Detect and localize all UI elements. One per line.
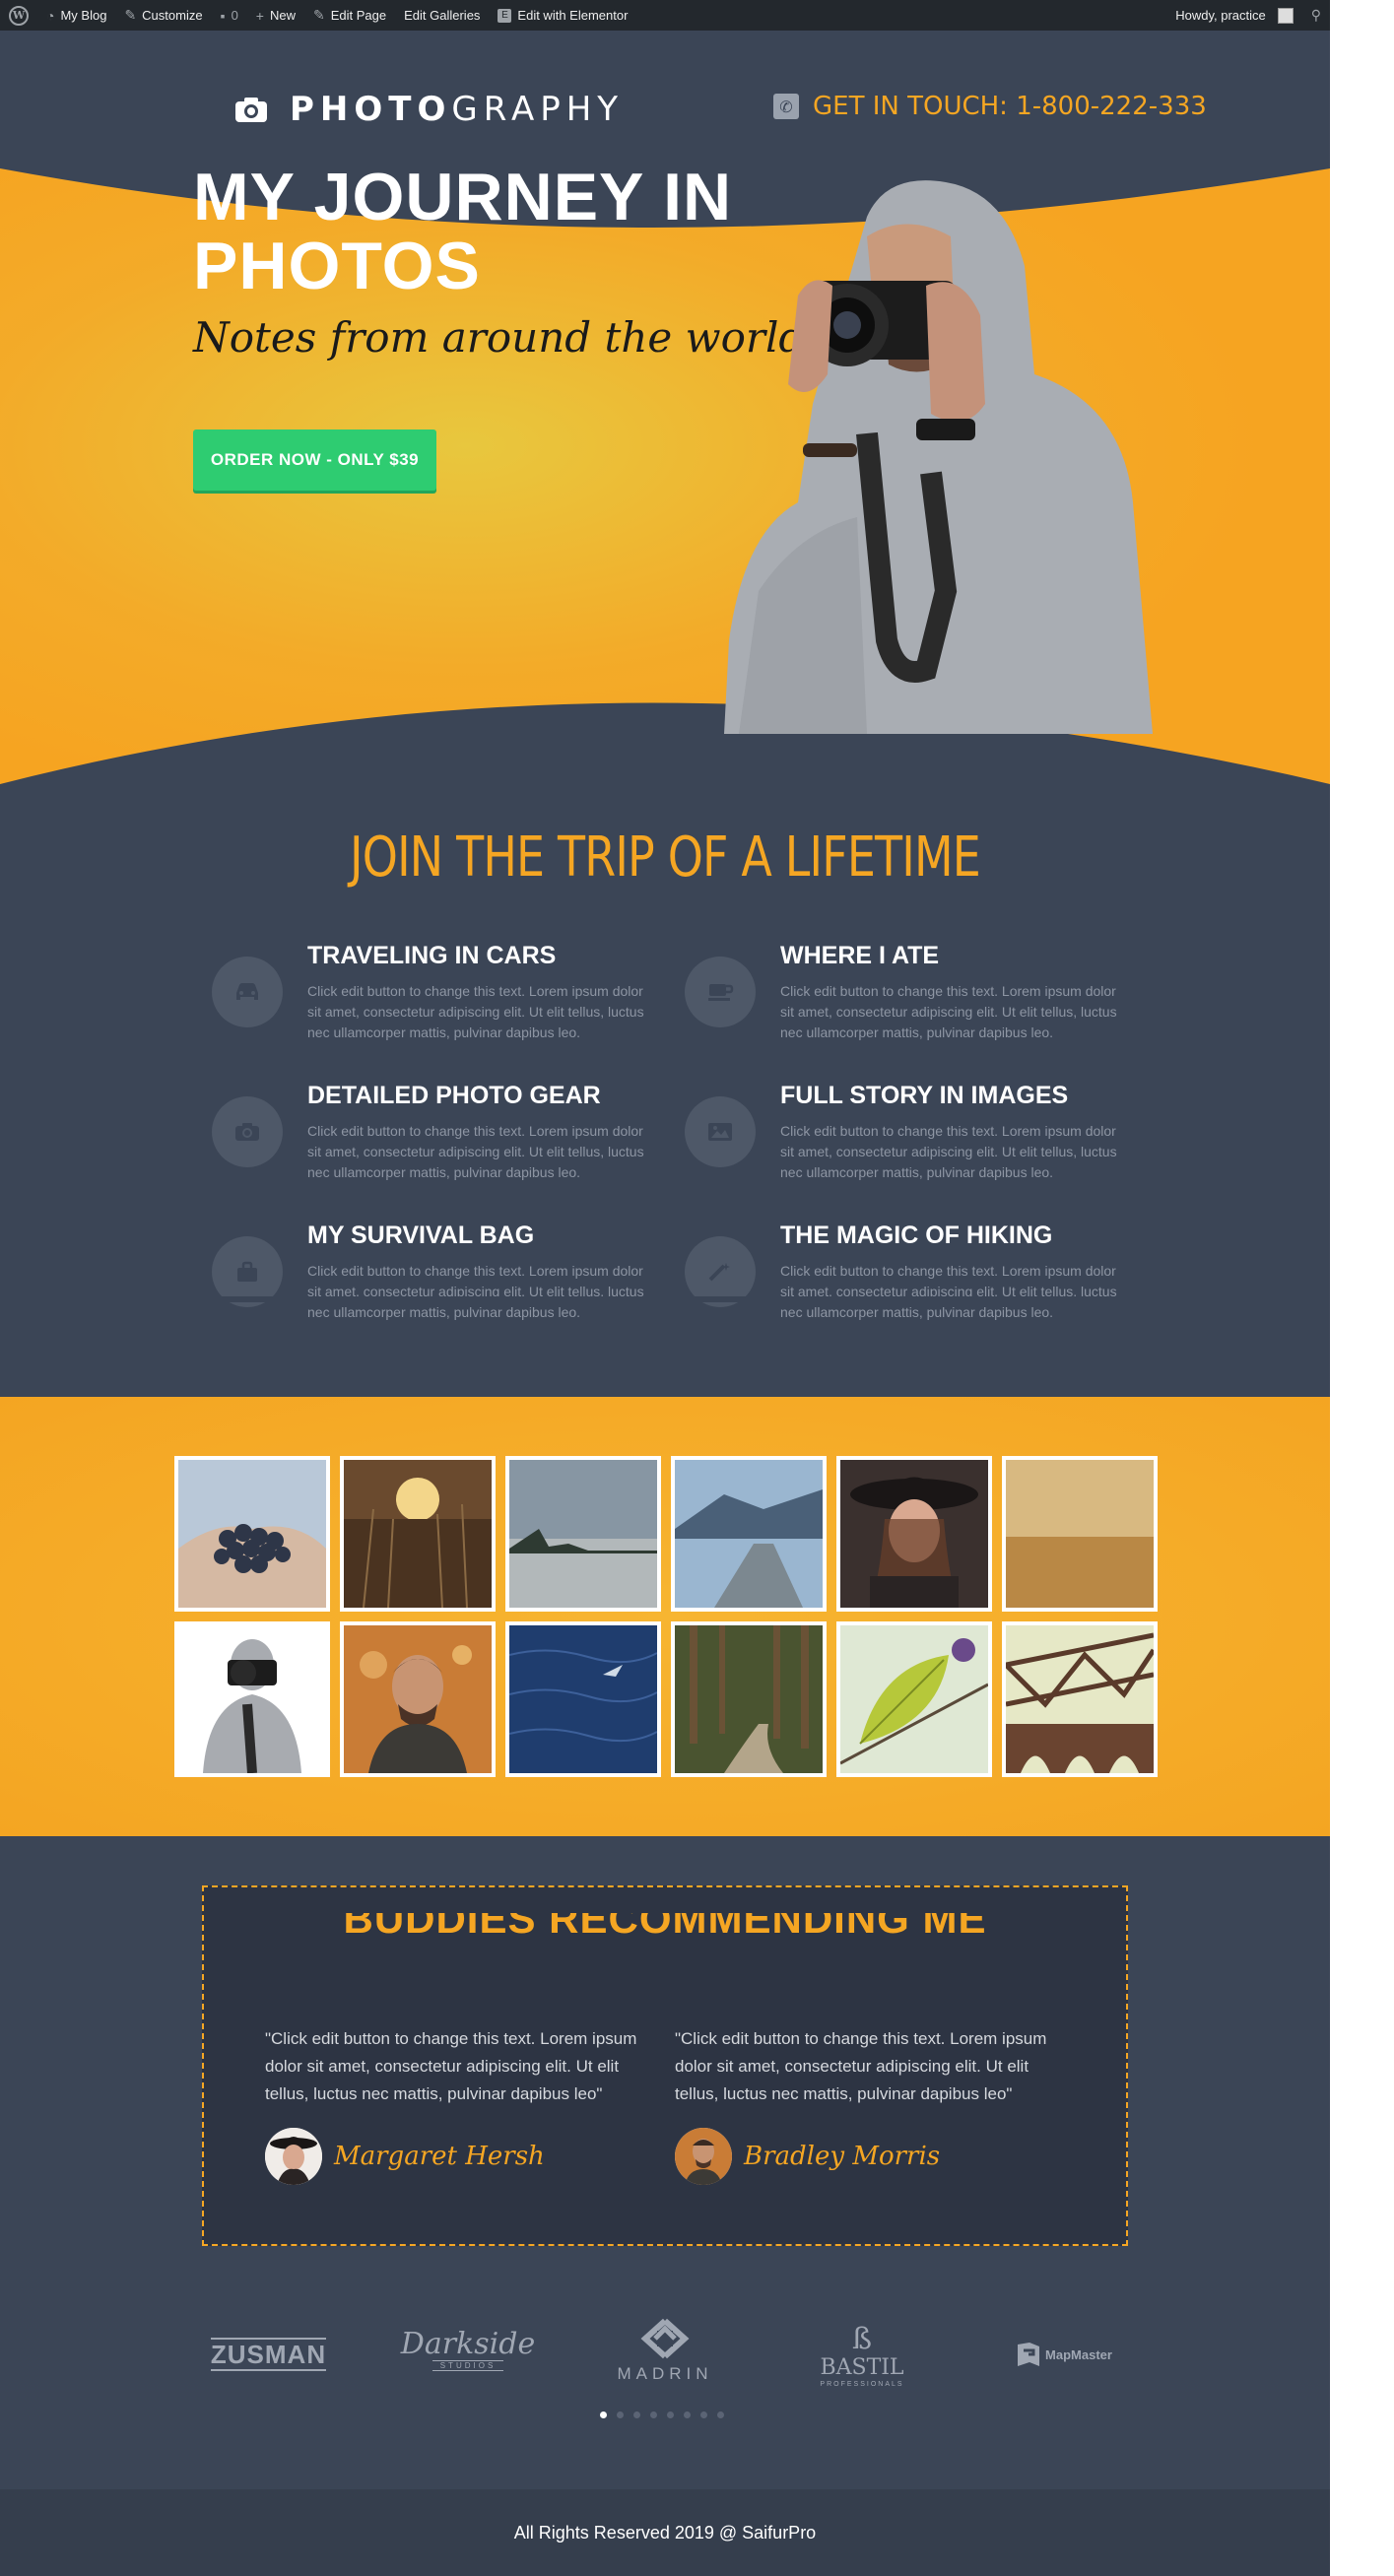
feature-item: TRAVELING IN CARS Click edit button to c… bbox=[212, 942, 645, 1060]
my-blog-link[interactable]: ◔ My Blog bbox=[37, 0, 115, 31]
avatar bbox=[265, 2128, 322, 2185]
gallery-thumb-blueberries[interactable] bbox=[174, 1456, 330, 1612]
testimonials-title: BUDDIES RECOMMENDING ME bbox=[343, 1895, 987, 1942]
new-content-link[interactable]: + New bbox=[247, 0, 304, 31]
hero-subtitle: Notes from around the world bbox=[193, 313, 806, 362]
testimonial-quote: "Click edit button to change this text. … bbox=[265, 2029, 637, 2103]
elementor-icon: E bbox=[498, 8, 512, 23]
carousel-dot[interactable] bbox=[667, 2411, 674, 2418]
mapmaster-logo-icon bbox=[1018, 2343, 1040, 2366]
feature-item: MY SURVIVAL BAG Click edit button to cha… bbox=[212, 1222, 645, 1340]
image-icon bbox=[685, 1096, 756, 1167]
coffee-icon bbox=[685, 957, 756, 1027]
gallery-thumb-man-portrait[interactable] bbox=[340, 1621, 496, 1777]
carousel-dot[interactable] bbox=[600, 2411, 607, 2418]
bastil-logo-icon: ß bbox=[851, 2321, 873, 2356]
brand-logo-darkside[interactable]: Darkside STUDIOS bbox=[401, 2325, 535, 2374]
wp-admin-bar: W ◔ My Blog ✎ Customize ▪ 0 + New ✎ Edit Page… bbox=[0, 0, 1330, 31]
gallery-thumb-leaf[interactable] bbox=[836, 1621, 992, 1777]
testimonial-author: Margaret Hersh bbox=[265, 2128, 545, 2185]
customize-link[interactable]: ✎ Customize bbox=[115, 0, 211, 31]
gallery-thumb-pier[interactable] bbox=[671, 1456, 827, 1612]
contact-text: GET IN TOUCH: 1-800-222-333 bbox=[813, 92, 1207, 121]
brand-logo-madrin[interactable]: MADRIN bbox=[611, 2311, 719, 2390]
site-header: PHOTOGRAPHY ✆ GET IN TOUCH: 1-800-222-33… bbox=[0, 31, 1330, 178]
car-icon bbox=[212, 957, 283, 1027]
features-title: JOIN THE TRIP OF A LIFETIME bbox=[350, 826, 981, 890]
gallery-thumb-wheat-field[interactable] bbox=[340, 1456, 496, 1612]
carousel-dot[interactable] bbox=[650, 2411, 657, 2418]
carousel-dots bbox=[600, 2411, 724, 2418]
brand-logo-mapmaster[interactable]: MapMaster bbox=[1000, 2335, 1128, 2374]
logo-text-light: GRAPHY bbox=[451, 90, 625, 129]
comment-icon: ▪ bbox=[220, 7, 226, 24]
site-footer: All Rights Reserved 2019 @ SaifurPro bbox=[0, 2489, 1330, 2576]
phone-icon: ✆ bbox=[773, 94, 799, 119]
testimonial-author: Bradley Morris bbox=[675, 2128, 940, 2185]
feature-item: DETAILED PHOTO GEAR Click edit button to… bbox=[212, 1082, 645, 1200]
brand-logo-bastil[interactable]: ß BASTIL PROFESSIONALS bbox=[808, 2311, 916, 2400]
footer-copyright: All Rights Reserved 2019 @ SaifurPro bbox=[513, 2522, 817, 2543]
brush-icon: ✎ bbox=[124, 7, 137, 23]
wp-logo-button[interactable]: W bbox=[0, 0, 37, 31]
feature-item: WHERE I ATE Click edit button to change … bbox=[685, 942, 1118, 1060]
edit-galleries-link[interactable]: Edit Galleries bbox=[395, 0, 489, 31]
hero-title: MY JOURNEY IN PHOTOS bbox=[193, 160, 733, 303]
gallery-thumb-desert[interactable] bbox=[1002, 1456, 1158, 1612]
pencil-icon: ✎ bbox=[313, 7, 325, 23]
camera-icon bbox=[212, 1096, 283, 1167]
hero-photographer-image bbox=[724, 180, 1153, 734]
feature-item: FULL STORY IN IMAGES Click edit button t… bbox=[685, 1082, 1118, 1200]
edit-page-link[interactable]: ✎ Edit Page bbox=[304, 0, 395, 31]
feature-clip-band bbox=[197, 1296, 1133, 1302]
gallery-thumb-photographer[interactable] bbox=[174, 1621, 330, 1777]
account-menu[interactable]: Howdy, practice bbox=[1166, 0, 1302, 31]
carousel-dot[interactable] bbox=[617, 2411, 624, 2418]
gallery-thumb-woman-hat[interactable] bbox=[836, 1456, 992, 1612]
wordpress-icon: W bbox=[9, 5, 29, 26]
gallery-thumb-ocean[interactable] bbox=[505, 1621, 661, 1777]
user-avatar bbox=[1277, 7, 1294, 24]
feature-item: THE MAGIC OF HIKING Click edit button to… bbox=[685, 1222, 1118, 1340]
carousel-dot[interactable] bbox=[717, 2411, 724, 2418]
carousel-dot[interactable] bbox=[684, 2411, 691, 2418]
order-now-button[interactable]: ORDER NOW - ONLY $39 bbox=[193, 429, 436, 491]
brand-logo-zusman[interactable]: ZUSMAN bbox=[210, 2335, 327, 2374]
logo-text-bold: PHOTO bbox=[290, 90, 452, 129]
camera-logo-icon bbox=[235, 98, 267, 122]
testimonial-quote: "Click edit button to change this text. … bbox=[675, 2029, 1047, 2103]
gallery-thumb-bridge[interactable] bbox=[1002, 1621, 1158, 1777]
carousel-dot[interactable] bbox=[633, 2411, 640, 2418]
edit-with-elementor-link[interactable]: E Edit with Elementor bbox=[489, 0, 636, 31]
gallery-thumb-misty-lake[interactable] bbox=[505, 1456, 661, 1612]
comments-link[interactable]: ▪ 0 bbox=[212, 0, 247, 31]
plus-icon: + bbox=[255, 7, 264, 24]
admin-search-button[interactable]: ⚲ bbox=[1302, 0, 1330, 31]
testimonials-box: BUDDIES RECOMMENDING ME "Click edit butt… bbox=[202, 1885, 1128, 2246]
madrin-logo-icon bbox=[640, 2318, 690, 2359]
carousel-dot[interactable] bbox=[700, 2411, 707, 2418]
site-logo[interactable]: PHOTOGRAPHY bbox=[234, 90, 624, 129]
dashboard-icon: ◔ bbox=[46, 7, 55, 24]
avatar bbox=[675, 2128, 732, 2185]
gallery-thumb-forest-road[interactable] bbox=[671, 1621, 827, 1777]
contact-info[interactable]: ✆ GET IN TOUCH: 1-800-222-333 bbox=[773, 92, 1207, 121]
page: W ◔ My Blog ✎ Customize ▪ 0 + New ✎ Edit Page… bbox=[0, 0, 1330, 2576]
viewport-margin bbox=[1330, 0, 1394, 2576]
search-icon: ⚲ bbox=[1310, 7, 1321, 23]
